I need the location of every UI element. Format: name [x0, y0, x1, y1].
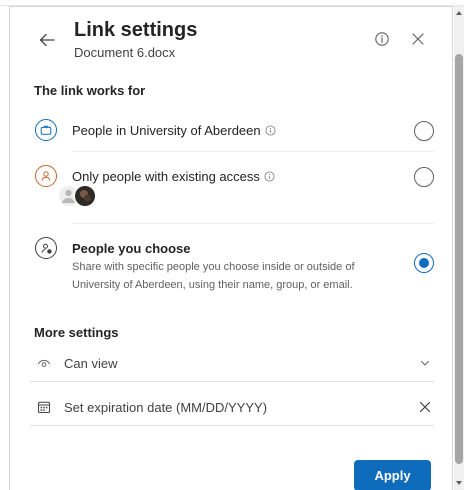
- option-people-you-choose-label: People you choose: [72, 241, 191, 256]
- scrollbar[interactable]: [454, 6, 464, 490]
- existing-access-info-icon[interactable]: [264, 170, 275, 185]
- close-icon: [419, 401, 431, 413]
- access-avatars: [58, 185, 104, 209]
- back-button[interactable]: [32, 25, 62, 55]
- calendar-icon: [36, 399, 52, 415]
- option-organization-radio[interactable]: [414, 121, 434, 141]
- divider: [30, 425, 434, 426]
- scroll-up-arrow-icon[interactable]: [454, 8, 464, 18]
- expiration-date-field[interactable]: Set expiration date (MM/DD/YYYY): [30, 389, 434, 425]
- option-people-you-choose-description: Share with specific people you choose in…: [72, 261, 355, 291]
- expiration-date-placeholder: Set expiration date (MM/DD/YYYY): [64, 400, 268, 415]
- option-organization[interactable]: People in University of Aberdeen: [30, 115, 434, 145]
- info-icon: [375, 32, 389, 46]
- more-settings-heading: More settings: [34, 325, 119, 340]
- organization-info-icon[interactable]: [265, 124, 276, 139]
- background-search-text: Search: [30, 0, 65, 3]
- link-settings-panel: Link settings Document 6.docx The link w…: [9, 6, 453, 490]
- close-icon: [412, 33, 424, 45]
- option-existing-access-text: Only people with existing access: [72, 169, 260, 184]
- divider: [72, 151, 434, 152]
- option-existing-access-radio[interactable]: [414, 167, 434, 187]
- divider: [72, 223, 434, 224]
- apply-button[interactable]: Apply: [354, 460, 431, 490]
- permission-value: Can view: [64, 356, 118, 371]
- person-icon: [35, 165, 57, 187]
- chevron-down-icon: [416, 354, 434, 372]
- link-works-for-heading: The link works for: [34, 83, 146, 98]
- panel-title: Link settings: [74, 19, 198, 41]
- close-button[interactable]: [404, 25, 432, 53]
- option-people-you-choose-radio[interactable]: [414, 253, 434, 273]
- avatar: [74, 185, 96, 207]
- scroll-down-arrow-icon[interactable]: [454, 478, 464, 488]
- clear-date-button[interactable]: [416, 398, 434, 416]
- option-organization-text: People in University of Aberdeen: [72, 123, 261, 138]
- briefcase-icon: [35, 119, 57, 141]
- scrollbar-thumb[interactable]: [455, 54, 463, 464]
- permission-dropdown[interactable]: Can view: [30, 345, 434, 381]
- divider: [30, 381, 434, 382]
- people-settings-icon: [35, 237, 57, 259]
- option-existing-access-label: Only people with existing access: [72, 169, 275, 185]
- arrow-left-icon: [39, 33, 55, 47]
- document-name: Document 6.docx: [74, 45, 176, 60]
- eye-icon: [36, 355, 52, 371]
- info-button[interactable]: [368, 25, 396, 53]
- option-people-you-choose[interactable]: People you choose Share with specific pe…: [30, 233, 434, 295]
- option-organization-label: People in University of Aberdeen: [72, 123, 276, 139]
